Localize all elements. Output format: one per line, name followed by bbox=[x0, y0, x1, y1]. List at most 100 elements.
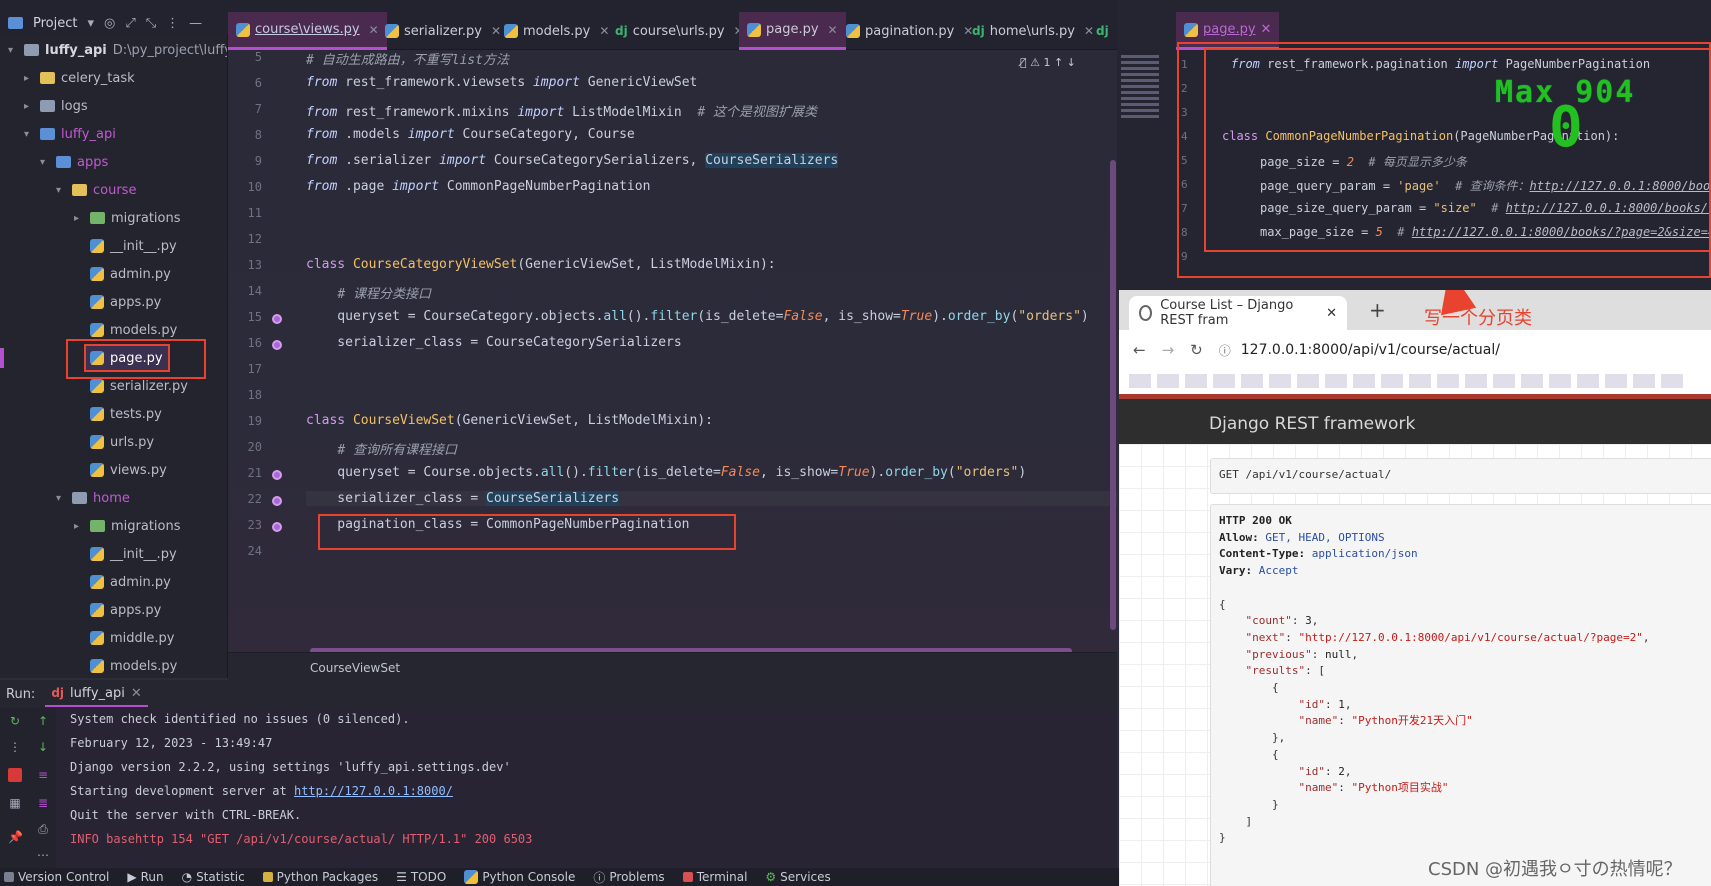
chevron-right-icon[interactable]: ▸ bbox=[74, 521, 84, 532]
stop-icon[interactable] bbox=[8, 768, 22, 782]
minimap[interactable] bbox=[1121, 52, 1159, 162]
url-field[interactable]: ⓘ 127.0.0.1:8000/api/v1/course/actual/ bbox=[1219, 342, 1500, 359]
tree-item-course[interactable]: ▾ course bbox=[56, 179, 136, 201]
pin-icon[interactable]: 📌 bbox=[8, 830, 23, 844]
override-icon[interactable] bbox=[272, 314, 282, 324]
tree-item-apps[interactable]: ▾ apps bbox=[40, 151, 108, 173]
tree-item-home[interactable]: ▾ home bbox=[56, 487, 130, 509]
run-button[interactable]: ▶ Run bbox=[127, 870, 163, 884]
info-icon[interactable]: ⓘ bbox=[1219, 342, 1231, 359]
tree-item-init[interactable]: __init__.py bbox=[90, 543, 177, 565]
chevron-down-icon[interactable]: ▾ bbox=[56, 185, 66, 196]
tab-home-urls[interactable]: dj home\urls.py ✕ bbox=[964, 12, 1102, 50]
forward-icon[interactable]: → bbox=[1162, 341, 1175, 359]
services-button[interactable]: ⚙ Services bbox=[765, 870, 830, 884]
server-link[interactable]: http://127.0.0.1:8000/ bbox=[294, 784, 453, 798]
chevron-right-icon[interactable]: ▸ bbox=[24, 101, 34, 112]
close-icon[interactable]: ✕ bbox=[828, 23, 838, 37]
browser-tab[interactable]: Course List – Django REST fram ✕ bbox=[1129, 296, 1347, 330]
tab-pagination[interactable]: pagination.py ✕ bbox=[838, 12, 981, 50]
tree-item-admin[interactable]: admin.py bbox=[90, 571, 171, 593]
tree-item-migrations[interactable]: ▸ migrations bbox=[74, 207, 181, 229]
tree-root[interactable]: ▾ luffy_api D:\py_project\luffy_api bbox=[8, 39, 227, 61]
tab-label: page.py bbox=[766, 22, 819, 37]
close-icon[interactable]: ✕ bbox=[131, 686, 142, 701]
python-console-button[interactable]: Python Console bbox=[464, 870, 575, 884]
close-icon[interactable]: ✕ bbox=[1326, 306, 1337, 321]
tree-item-apps-py[interactable]: apps.py bbox=[90, 599, 161, 621]
code-editor[interactable]: 5 6 7 8 9 10 11 12 13 14 15 16 17 18 19 … bbox=[228, 50, 1117, 652]
tree-item-tests[interactable]: tests.py bbox=[90, 403, 162, 425]
tree-item-models[interactable]: models.py bbox=[90, 319, 177, 341]
tree-item-logs[interactable]: ▸ logs bbox=[24, 95, 88, 117]
tree-item-luffy-api[interactable]: ▾ luffy_api bbox=[24, 123, 116, 145]
tool-label: Version Control bbox=[18, 870, 110, 884]
tree-item-migrations[interactable]: ▸ migrations bbox=[74, 515, 181, 537]
reload-icon[interactable]: ↻ bbox=[1190, 341, 1203, 359]
override-icon[interactable] bbox=[272, 470, 282, 480]
chevron-down-icon[interactable]: ▾ bbox=[24, 129, 34, 140]
tree-item-label: luffy_api bbox=[45, 42, 107, 58]
tab-course-views[interactable]: course\views.py ✕ bbox=[228, 12, 387, 50]
minimize-icon[interactable]: — bbox=[189, 16, 202, 31]
breadcrumb-item[interactable]: CourseViewSet bbox=[310, 661, 400, 675]
tab-serializer[interactable]: serializer.py ✕ bbox=[377, 12, 509, 50]
tab-page[interactable]: page.py ✕ bbox=[739, 12, 846, 50]
breadcrumb[interactable]: CourseViewSet bbox=[228, 652, 1117, 680]
python-file-icon bbox=[90, 435, 104, 449]
tree-item-apps-py[interactable]: apps.py bbox=[90, 291, 161, 313]
tree-item-init[interactable]: __init__.py bbox=[90, 235, 177, 257]
collapse-icon[interactable]: ⤡ bbox=[146, 16, 156, 31]
todo-button[interactable]: ☰ TODO bbox=[396, 870, 446, 884]
tree-item-models[interactable]: models.py bbox=[90, 655, 177, 677]
wrap-icon[interactable]: ≡ bbox=[36, 768, 50, 782]
overlay-digit: 0 bbox=[1549, 95, 1583, 160]
tab-course-urls[interactable]: dj course\urls.py ✕ bbox=[607, 12, 752, 50]
back-icon[interactable]: ← bbox=[1133, 341, 1146, 359]
chevron-right-icon[interactable]: ▸ bbox=[74, 213, 84, 224]
more-icon[interactable]: ⋮ bbox=[8, 740, 22, 754]
more-horizontal-icon[interactable]: ⋯ bbox=[36, 848, 50, 862]
rerun-icon[interactable]: ↻ bbox=[8, 714, 22, 728]
tree-item-page[interactable]: page.py bbox=[90, 347, 163, 369]
close-icon[interactable]: ✕ bbox=[1261, 22, 1272, 37]
version-control-button[interactable]: Version Control bbox=[4, 870, 109, 884]
tree-item-urls[interactable]: urls.py bbox=[90, 431, 154, 453]
tree-item-serializer[interactable]: serializer.py bbox=[90, 375, 188, 397]
tree-item-label: logs bbox=[61, 98, 88, 114]
run-tab[interactable]: dj luffy_api ✕ bbox=[45, 682, 148, 707]
scroll-end-icon[interactable]: ≣ bbox=[36, 796, 50, 810]
problems-button[interactable]: ⓘ Problems bbox=[593, 869, 664, 886]
chevron-down-icon[interactable]: ▾ bbox=[8, 45, 18, 56]
expand-icon[interactable]: ⤢ bbox=[125, 16, 135, 31]
vertical-scrollbar[interactable] bbox=[1110, 160, 1116, 630]
tree-item-admin[interactable]: admin.py bbox=[90, 263, 171, 285]
override-icon[interactable] bbox=[272, 496, 282, 506]
override-icon[interactable] bbox=[272, 340, 282, 350]
tree-item-views[interactable]: views.py bbox=[90, 459, 167, 481]
target-icon[interactable]: ◎ bbox=[104, 16, 115, 31]
dropdown-icon[interactable]: ▾ bbox=[87, 16, 94, 31]
override-icon[interactable] bbox=[272, 522, 282, 532]
console-output[interactable]: System check identified no issues (0 sil… bbox=[56, 708, 1117, 868]
chevron-down-icon[interactable]: ▾ bbox=[56, 493, 66, 504]
tree-item-celery-task[interactable]: ▸ celery_task bbox=[24, 67, 135, 89]
layout-icon[interactable]: ▦ bbox=[8, 796, 22, 810]
line-number: 18 bbox=[247, 388, 262, 402]
tree-item-middle[interactable]: middle.py bbox=[90, 627, 174, 649]
inspection-icon[interactable]: 👁̸ ⚠ 1 ↑ ↓ bbox=[1020, 56, 1076, 69]
new-tab-button[interactable]: + bbox=[1369, 298, 1386, 322]
terminal-button[interactable]: Terminal bbox=[682, 870, 747, 884]
more-icon[interactable]: ⋮ bbox=[166, 16, 179, 31]
statistic-button[interactable]: ◔ Statistic bbox=[182, 870, 245, 884]
print-icon[interactable]: ⎙ bbox=[36, 822, 50, 836]
chevron-right-icon[interactable]: ▸ bbox=[24, 73, 34, 84]
tab-models[interactable]: models.py ✕ bbox=[496, 12, 617, 50]
python-packages-button[interactable]: Python Packages bbox=[262, 870, 378, 884]
chevron-down-icon[interactable]: ▾ bbox=[40, 157, 50, 168]
drf-brand[interactable]: Django REST framework bbox=[1209, 414, 1415, 434]
python-file-icon bbox=[90, 603, 104, 617]
down-icon[interactable]: ↓ bbox=[36, 740, 50, 754]
folder-icon bbox=[40, 128, 55, 140]
up-icon[interactable]: ↑ bbox=[36, 714, 50, 728]
